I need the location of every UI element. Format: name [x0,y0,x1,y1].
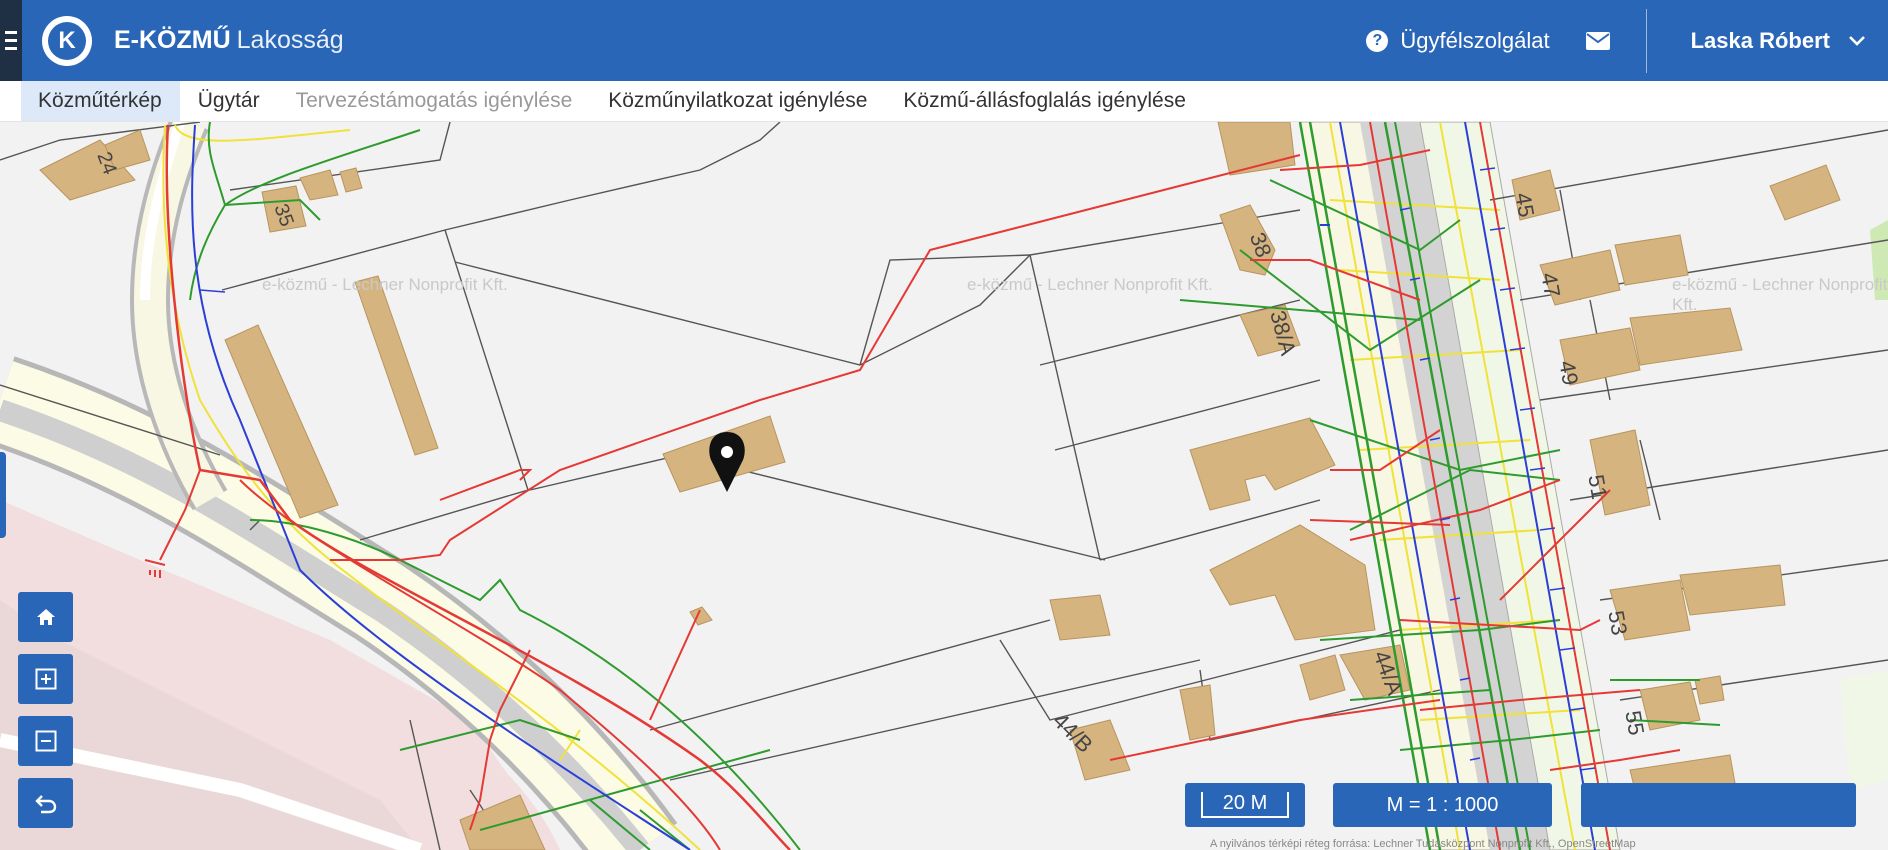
main-nav: Közműtérkép Ügytár Tervezéstámogatás igé… [0,81,1888,122]
home-button[interactable] [18,592,73,642]
side-panel-toggle[interactable] [0,452,6,538]
house-number: 47 [1536,270,1566,300]
back-button[interactable] [18,778,73,828]
question-icon: ? [1366,29,1389,52]
location-pin-icon[interactable] [709,432,745,492]
logo-letter: K [48,21,86,60]
home-icon [36,609,55,625]
menu-icon[interactable] [0,0,22,81]
watermark-3: e-közmű - Lechner Nonprofit Kft. [1672,275,1888,314]
scale-ratio-label: M = 1 : 1000 [1386,793,1499,816]
help-link[interactable]: ? Ügyfélszolgálat [1366,27,1550,54]
user-menu[interactable]: Laska Róbert [1691,28,1866,54]
scale-ratio: M = 1 : 1000 [1333,783,1552,827]
house-number: 53 [1603,608,1633,638]
scale-bar: 20 M [1185,783,1305,827]
watermark-2: e-közmű - Lechner Nonprofit Kft. [967,275,1213,294]
header-divider [1645,8,1647,73]
top-header: K E-KÖZMŰ Lakosság ? Ügyfélszolgálat Lask… [0,0,1888,81]
house-number: 45 [1510,190,1540,220]
undo-icon [34,795,56,814]
coordinates-box [1581,783,1856,827]
app-title: E-KÖZMŰ Lakosság [114,26,344,55]
help-label: Ügyfélszolgálat [1400,27,1550,53]
zoom-out-button[interactable] [18,716,73,766]
zoom-in-button[interactable] [18,654,73,704]
tab-kozmuterkep[interactable]: Közműtérkép [21,81,180,121]
chevron-down-icon [1849,35,1865,46]
map-canvas[interactable]: e-közmű - Lechner Nonprofit Kft. e-közmű… [0,122,1888,850]
house-number: 51 [1583,472,1613,502]
tab-kozmunyilatkozat[interactable]: Közműnyilatkozat igénylése [590,81,885,121]
scale-bar-label: 20 M [1200,792,1290,818]
tab-kozmu-allasfoglalas[interactable]: Közmű-állásfoglalás igénylése [885,81,1204,121]
tab-ugytar[interactable]: Ügytár [180,81,278,121]
user-name: Laska Róbert [1690,27,1830,53]
watermark-1: e-közmű - Lechner Nonprofit Kft. [262,275,508,294]
house-number: 49 [1554,358,1584,388]
zoom-in-icon [35,668,56,690]
house-number: 55 [1620,708,1650,738]
tab-tervezestamogatas[interactable]: Tervezéstámogatás igénylése [278,81,591,121]
zoom-out-icon [35,730,56,752]
mail-icon[interactable] [1585,31,1610,50]
brand-name: E-KÖZMŰ [114,26,231,54]
map-attribution: A nyilvános térképi réteg forrása: Lechn… [1210,838,1636,850]
brand-subtitle: Lakosság [236,26,344,54]
app-logo[interactable]: K [42,15,92,66]
